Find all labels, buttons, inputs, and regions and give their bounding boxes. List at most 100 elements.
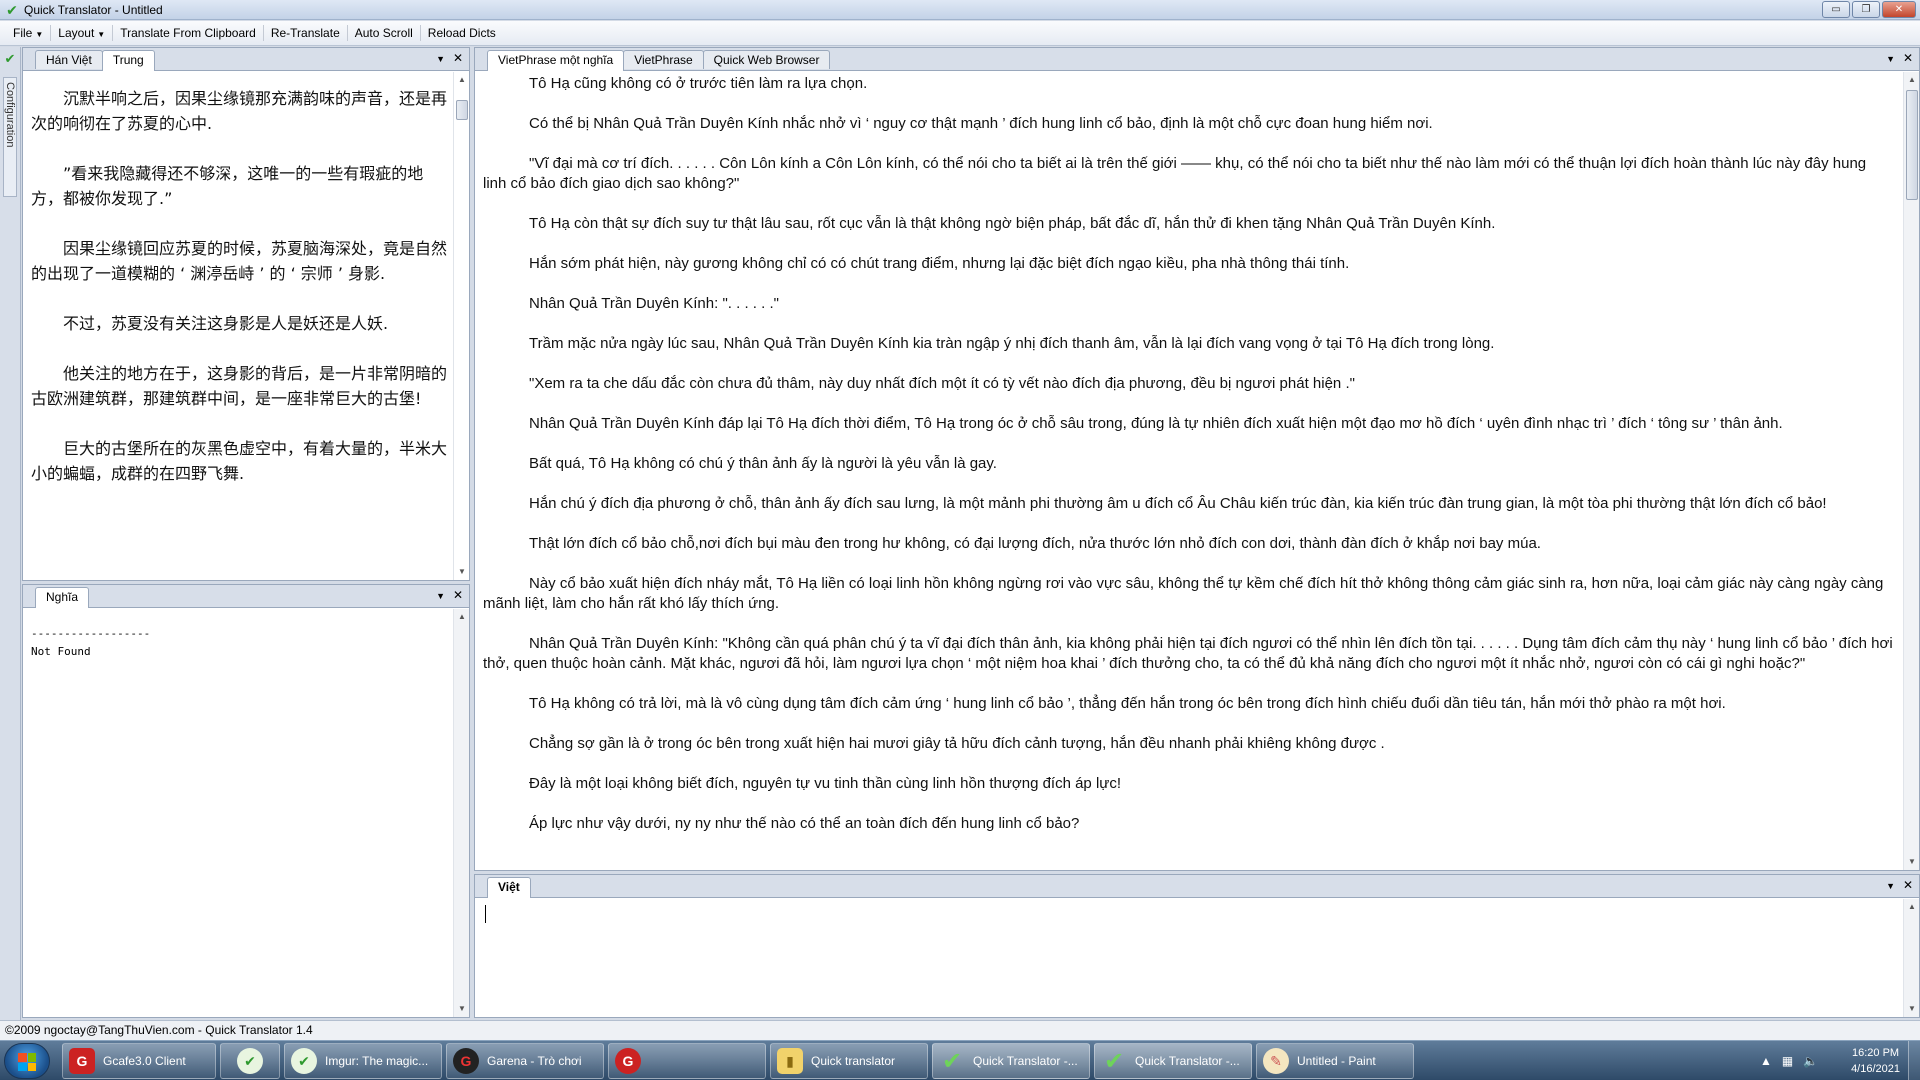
scroll-up-icon[interactable]: ▲ bbox=[1904, 72, 1920, 88]
tray-expand-icon[interactable]: ▲ bbox=[1760, 1054, 1772, 1068]
vietnamese-paragraph: Nhân Quả Trần Duyên Kính: ". . . . . ." bbox=[529, 295, 779, 312]
window-title: Quick Translator - Untitled bbox=[24, 2, 163, 17]
chinese-scrollbar[interactable]: ▲ ▼ bbox=[453, 72, 469, 580]
panel-dropdown-icon[interactable]: ▼ bbox=[1886, 54, 1895, 64]
vietnamese-viewport: Tô Hạ cũng không có ở trước tiên làm ra … bbox=[475, 72, 1903, 870]
taskbar-item-quick-translator-folder[interactable]: ▮ Quick translator bbox=[770, 1043, 928, 1079]
chinese-paragraph: 不过，苏夏没有关注这身影是人是妖还是人妖. bbox=[63, 314, 389, 333]
quick-translator-app-icon: ✔ bbox=[237, 1048, 263, 1074]
panel-dropdown-icon[interactable]: ▼ bbox=[436, 54, 445, 64]
taskbar-item-quick-translator-app[interactable]: ✔ bbox=[220, 1043, 280, 1079]
panel-dropdown-icon[interactable]: ▼ bbox=[436, 591, 445, 601]
taskbar-item-garena[interactable]: G Garena - Trò chơi bbox=[446, 1043, 604, 1079]
volume-icon[interactable]: 🔈 bbox=[1803, 1054, 1818, 1068]
tab-vietphrase-mot-nghia[interactable]: VietPhrase một nghĩa bbox=[487, 50, 625, 71]
taskbar-label: Quick Translator -... bbox=[973, 1054, 1078, 1068]
taskbar-item-paint[interactable]: ✎ Untitled - Paint bbox=[1256, 1043, 1414, 1079]
vietnamese-paragraph: Áp lực như vậy dưới, ny ny như thế nào c… bbox=[529, 815, 1080, 832]
chinese-text-area[interactable]: 沉默半响之后，因果尘缘镜那充满韵味的声音，还是再次的响彻在了苏夏的心中. ”看来… bbox=[31, 86, 451, 511]
vietphrase-panel: VietPhrase một nghĩa VietPhrase Quick We… bbox=[474, 47, 1920, 871]
vietnamese-paragraph: Có thể bị Nhân Quả Trần Duyên Kính nhắc … bbox=[529, 115, 1433, 132]
taskbar-label: Gcafe3.0 Client bbox=[103, 1054, 186, 1068]
close-window-button[interactable]: ✕ bbox=[1882, 1, 1916, 18]
translate-from-clipboard-button[interactable]: Translate From Clipboard bbox=[113, 21, 263, 46]
scroll-up-icon[interactable]: ▲ bbox=[454, 609, 470, 625]
status-text: ©2009 ngoctay@TangThuVien.com - Quick Tr… bbox=[5, 1023, 313, 1037]
panel-dropdown-icon[interactable]: ▼ bbox=[1886, 881, 1895, 891]
vietnamese-paragraph: Tô Hạ không có trả lời, mà là vô cùng dụ… bbox=[529, 695, 1726, 712]
start-button[interactable] bbox=[4, 1043, 50, 1079]
configuration-tab[interactable]: Configuration bbox=[3, 77, 17, 197]
chinese-panel-tabstrip: Hán Việt Trung ▼ ✕ bbox=[23, 48, 469, 71]
viet-input-scrollbar[interactable]: ▲ ▼ bbox=[1903, 899, 1919, 1017]
tab-han-viet[interactable]: Hán Việt bbox=[35, 50, 103, 69]
scroll-down-icon[interactable]: ▼ bbox=[454, 1001, 470, 1017]
retranslate-button[interactable]: Re-Translate bbox=[264, 21, 347, 46]
folder-icon: ▮ bbox=[777, 1048, 803, 1074]
taskbar-item-gcafe[interactable]: G Gcafe3.0 Client bbox=[62, 1043, 216, 1079]
vietnamese-paragraph: Nhân Quả Trần Duyên Kính: "Không cần quá… bbox=[483, 635, 1893, 672]
window-controls: ▭ ❐ ✕ bbox=[1822, 1, 1916, 18]
taskbar-label: Untitled - Paint bbox=[1297, 1054, 1376, 1068]
paint-icon: ✎ bbox=[1263, 1048, 1289, 1074]
chinese-source-panel: Hán Việt Trung ▼ ✕ 沉默半响之后，因果尘缘镜那充满韵味的声音，… bbox=[22, 47, 470, 581]
imgur-icon: ✔ bbox=[291, 1048, 317, 1074]
gcafe-icon: G bbox=[69, 1048, 95, 1074]
vietnamese-paragraph: Này cổ bảo xuất hiện đích nháy mắt, Tô H… bbox=[483, 575, 1884, 612]
scroll-thumb[interactable] bbox=[456, 100, 468, 120]
auto-scroll-button[interactable]: Auto Scroll bbox=[348, 21, 420, 46]
tab-viet[interactable]: Việt bbox=[487, 877, 531, 898]
windows-logo-icon bbox=[18, 1053, 36, 1071]
taskbar-item-quick-translator-1[interactable]: ✔ Quick Translator -... bbox=[932, 1043, 1090, 1079]
menu-file[interactable]: File ▼ bbox=[6, 21, 50, 46]
scroll-up-icon[interactable]: ▲ bbox=[1904, 899, 1920, 915]
scroll-down-icon[interactable]: ▼ bbox=[1904, 1001, 1920, 1017]
vietnamese-paragraph: Tô Hạ còn thật sự đích suy tư thật lâu s… bbox=[529, 215, 1496, 232]
vietnamese-paragraph: Bất quá, Tô Hạ không có chú ý thân ảnh ấ… bbox=[529, 455, 997, 472]
taskbar-item-quick-translator-2[interactable]: ✔ Quick Translator -... bbox=[1094, 1043, 1252, 1079]
vietnamese-paragraph: "Xem ra ta che dấu đắc còn chưa đủ thâm,… bbox=[529, 375, 1355, 392]
vietnamese-paragraph: Hắn sớm phát hiện, này gương không chỉ c… bbox=[529, 255, 1350, 272]
panel-close-icon[interactable]: ✕ bbox=[453, 588, 463, 602]
scroll-up-icon[interactable]: ▲ bbox=[454, 72, 470, 88]
menu-layout[interactable]: Layout ▼ bbox=[51, 21, 112, 46]
garena-plus-icon: G bbox=[615, 1048, 641, 1074]
panel-close-icon[interactable]: ✕ bbox=[1903, 878, 1913, 892]
reload-dicts-button[interactable]: Reload Dicts bbox=[421, 21, 503, 46]
panel-close-icon[interactable]: ✕ bbox=[1903, 51, 1913, 65]
tab-quick-web-browser[interactable]: Quick Web Browser bbox=[702, 50, 831, 69]
vietnamese-scrollbar[interactable]: ▲ ▼ bbox=[1903, 72, 1919, 870]
panel-close-icon[interactable]: ✕ bbox=[453, 51, 463, 65]
tab-nghia[interactable]: Nghĩa bbox=[35, 587, 90, 608]
meaning-scrollbar[interactable]: ▲ ▼ bbox=[453, 609, 469, 1017]
vietphrase-panel-tabstrip: VietPhrase một nghĩa VietPhrase Quick We… bbox=[475, 48, 1919, 71]
title-bar: ✔ Quick Translator - Untitled ▭ ❐ ✕ bbox=[0, 0, 1920, 20]
text-caret bbox=[485, 905, 486, 923]
app-check-icon: ✔ bbox=[6, 1, 18, 18]
vietnamese-paragraph: Hắn chú ý đích địa phương ở chỗ, thân ản… bbox=[529, 495, 1827, 512]
scroll-down-icon[interactable]: ▼ bbox=[454, 564, 470, 580]
network-icon[interactable]: ▦ bbox=[1782, 1054, 1793, 1068]
viet-input-area[interactable] bbox=[475, 899, 1903, 1017]
clock-date: 4/16/2021 bbox=[1851, 1063, 1900, 1075]
tab-trung[interactable]: Trung bbox=[101, 50, 155, 71]
taskbar-label: Imgur: The magic... bbox=[325, 1054, 429, 1068]
config-check-icon: ✔ bbox=[4, 51, 16, 66]
tab-vietphrase[interactable]: VietPhrase bbox=[623, 50, 704, 69]
meaning-text-area[interactable]: ------------------ Not Found bbox=[31, 625, 150, 661]
configuration-sidebar: ✔ Configuration bbox=[0, 47, 21, 1027]
chinese-paragraph: 沉默半响之后，因果尘缘镜那充满韵味的声音，还是再次的响彻在了苏夏的心中. bbox=[31, 89, 448, 133]
menu-bar: File ▼ Layout ▼ Translate From Clipboard R… bbox=[0, 21, 1920, 46]
taskbar-label: Garena - Trò chơi bbox=[487, 1054, 582, 1068]
taskbar-item-garena-plus[interactable]: G bbox=[608, 1043, 766, 1079]
taskbar-item-imgur[interactable]: ✔ Imgur: The magic... bbox=[284, 1043, 442, 1079]
scroll-thumb[interactable] bbox=[1906, 90, 1918, 200]
restore-button[interactable]: ❐ bbox=[1852, 1, 1880, 18]
minimize-button[interactable]: ▭ bbox=[1822, 1, 1850, 18]
menu-layout-label: Layout bbox=[58, 25, 95, 40]
clock[interactable]: 16:20 PM 4/16/2021 bbox=[1851, 1045, 1900, 1077]
scroll-down-icon[interactable]: ▼ bbox=[1904, 854, 1920, 870]
show-desktop-button[interactable] bbox=[1908, 1041, 1920, 1080]
vietnamese-text-area[interactable]: Tô Hạ cũng không có ở trước tiên làm ra … bbox=[483, 74, 1893, 854]
viet-panel-tabstrip: Việt ▼ ✕ bbox=[475, 875, 1919, 898]
